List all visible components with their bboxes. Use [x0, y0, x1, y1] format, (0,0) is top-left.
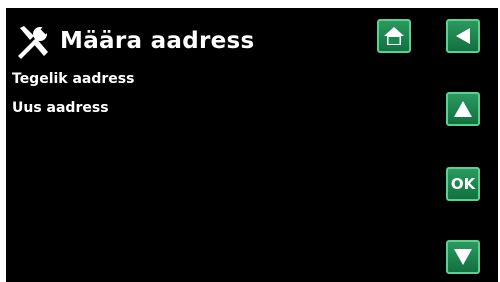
back-button[interactable]: [446, 19, 480, 53]
tools-icon: [18, 26, 49, 59]
arrow-left-icon: [456, 28, 470, 44]
screen: Määra aadress Tegelik aadress Uus aadres…: [6, 8, 498, 282]
page-title: Määra aadress: [60, 28, 255, 54]
new-address-label: Uus aadress: [12, 100, 109, 116]
arrow-down-icon: [454, 249, 472, 265]
current-address-label: Tegelik aadress: [12, 71, 135, 87]
down-button[interactable]: [446, 240, 480, 274]
arrow-up-icon: [454, 101, 472, 117]
ok-button[interactable]: OK: [446, 167, 480, 201]
up-button[interactable]: [446, 92, 480, 126]
home-button[interactable]: [377, 19, 411, 53]
home-icon: [384, 27, 404, 45]
